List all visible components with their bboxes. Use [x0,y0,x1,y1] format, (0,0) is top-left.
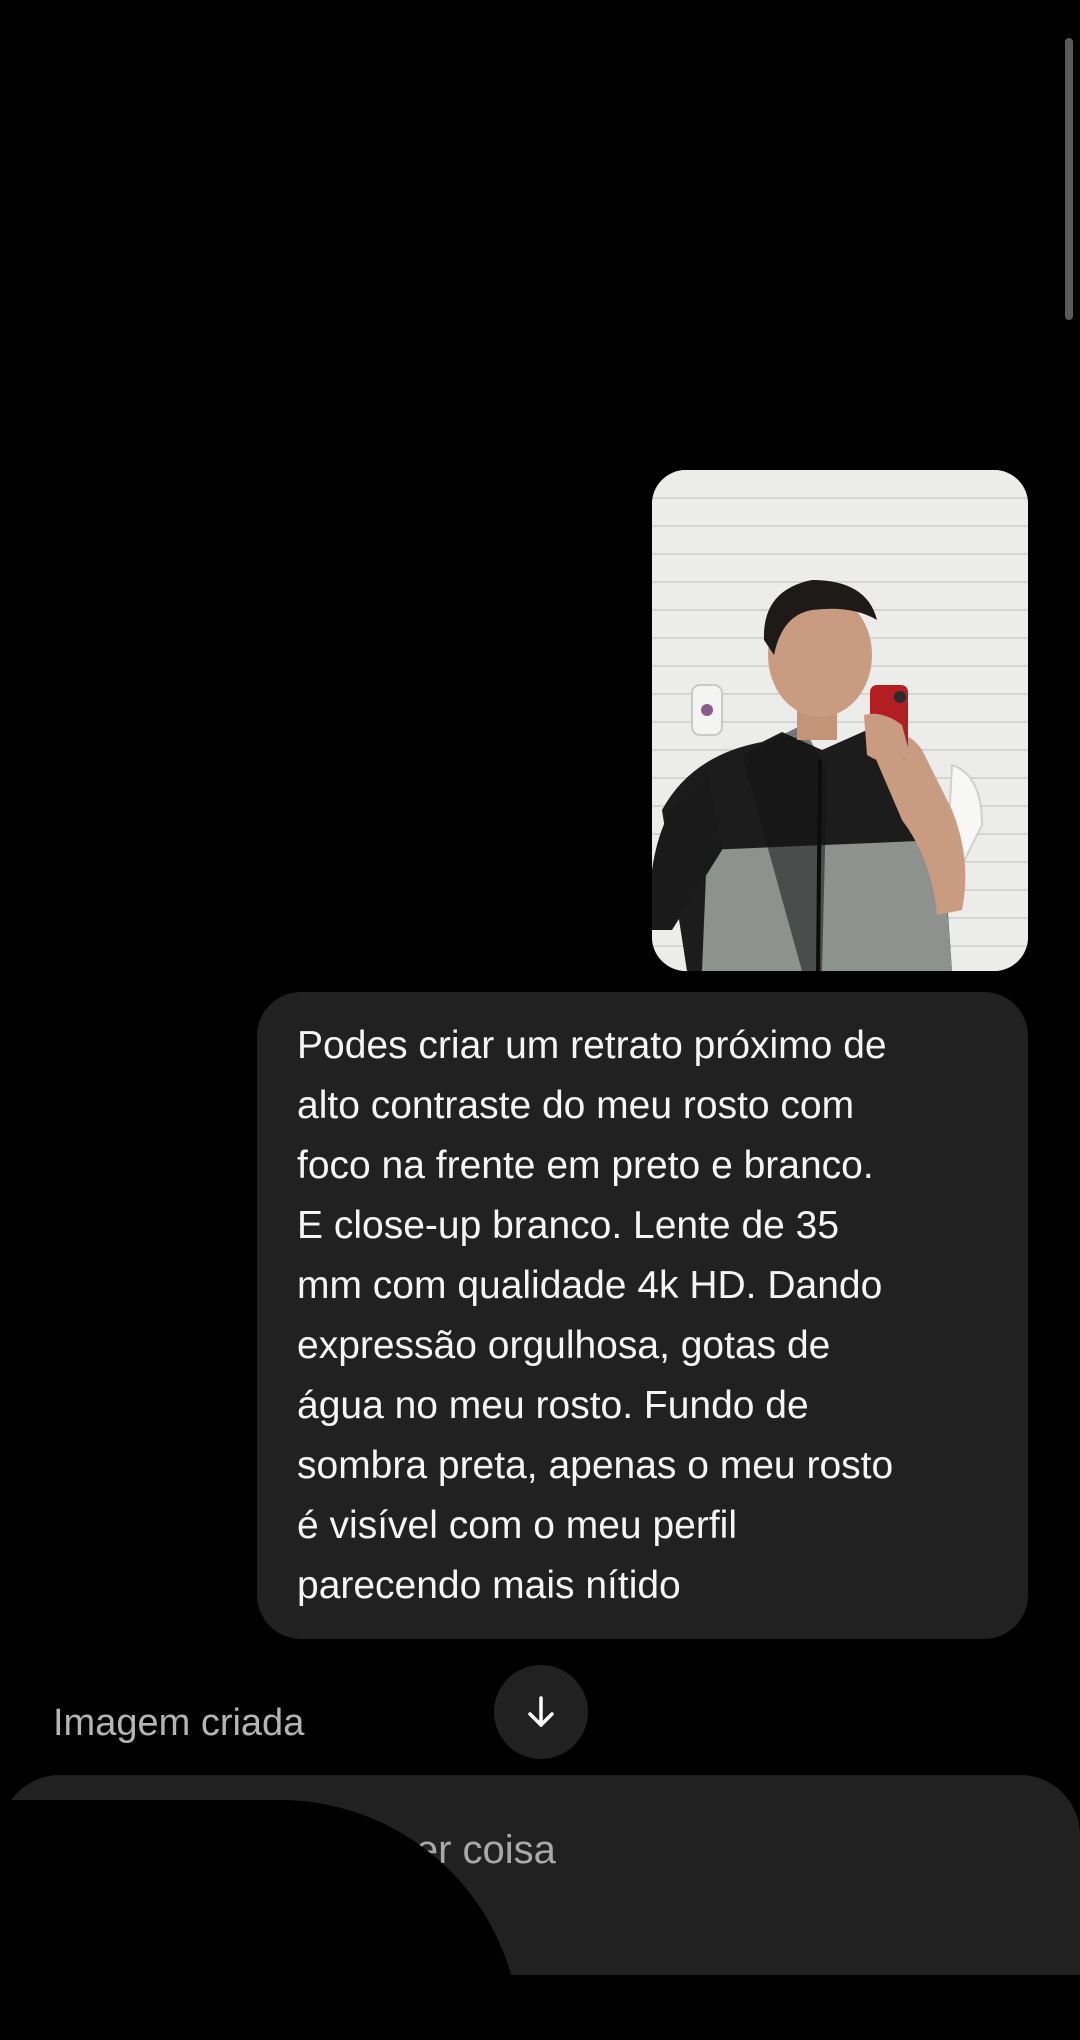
message-line: Podes criar um retrato próximo de [297,1024,887,1067]
message-line: mm com qualidade 4k HD. Dando [297,1264,883,1307]
message-line: é visível com o meu perfil [297,1504,737,1547]
message-line: alto contraste do meu rosto com [297,1084,855,1127]
message-line: E close-up branco. Lente de 35 [297,1204,840,1247]
scroll-to-bottom-button[interactable] [494,1665,588,1759]
scrollbar[interactable] [1065,38,1073,320]
attached-image-content [652,470,1028,971]
image-created-label: Imagem criada [53,1702,305,1744]
arrow-down-icon [528,1696,554,1727]
user-message-bubble[interactable]: Podes criar um retrato próximo de alto c… [257,992,1028,1639]
message-line: água no meu rosto. Fundo de [297,1384,809,1427]
attached-image[interactable] [652,470,1028,971]
message-line: parecendo mais nítido [297,1564,681,1607]
message-line: foco na frente em preto e branco. [297,1144,874,1187]
message-line: sombra preta, apenas o meu rosto [297,1444,894,1487]
message-line: expressão orgulhosa, gotas de [297,1324,831,1367]
